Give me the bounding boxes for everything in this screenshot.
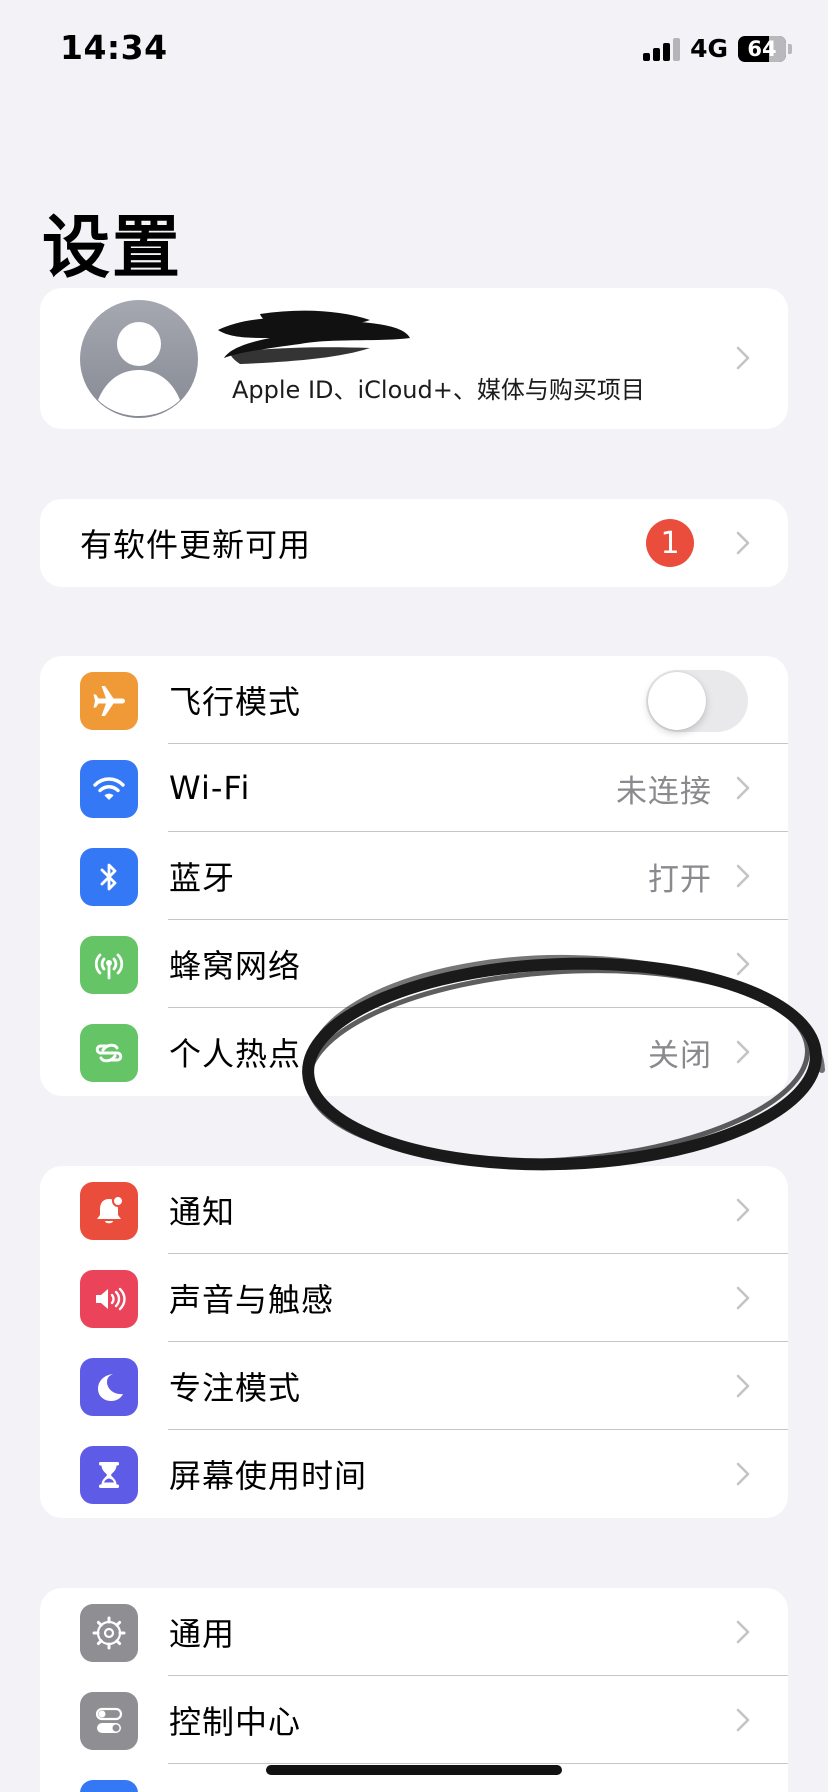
home-indicator [266,1765,562,1775]
hotspot-icon [80,1024,138,1082]
battery-level: 64 [747,36,777,61]
gear-icon [80,1604,138,1662]
airplane-mode-label: 飞行模式 [169,683,302,721]
chevron-right-icon [736,1620,750,1644]
software-update-label: 有软件更新可用 [80,526,312,564]
switches-icon [80,1692,138,1750]
battery-icon: 64 [738,35,786,62]
chevron-right-icon [736,1286,750,1310]
hotspot-label: 个人热点 [169,1035,302,1073]
control-center-label: 控制中心 [169,1703,302,1741]
notifications-row[interactable]: 通知 [40,1166,788,1254]
speaker-icon [80,1270,138,1328]
chevron-right-icon [736,1708,750,1732]
screen-time-label: 屏幕使用时间 [169,1457,368,1495]
redacted-name-scribble [218,310,410,364]
hotspot-row[interactable]: 个人热点 关闭 [40,1008,788,1096]
avatar [80,300,198,418]
toggle-knob [648,672,706,730]
bluetooth-status: 打开 [648,861,712,898]
notification-bell-icon [80,1182,138,1240]
control-center-row[interactable]: 控制中心 [40,1676,788,1764]
focus-label: 专注模式 [169,1369,302,1407]
wifi-icon [80,760,138,818]
chevron-right-icon [736,864,750,888]
partial-app-icon [80,1780,138,1792]
general-group: 通用 控制中心 [40,1588,788,1792]
airplane-icon [80,672,138,730]
status-bar: 14:34 4G 64 [0,0,828,100]
battery-tip [788,43,792,54]
airplane-mode-row: 飞行模式 [40,656,788,744]
general-row[interactable]: 通用 [40,1588,788,1676]
network-type: 4G [690,34,728,63]
screen-time-row[interactable]: 屏幕使用时间 [40,1430,788,1518]
notifications-label: 通知 [169,1193,236,1231]
cellular-row[interactable]: 蜂窝网络 [40,920,788,1008]
chevron-right-icon [736,952,750,976]
chevron-right-icon [736,776,750,800]
wifi-label: Wi-Fi [169,769,251,807]
hotspot-status: 关闭 [648,1037,712,1074]
wifi-row[interactable]: Wi-Fi 未连接 [40,744,788,832]
airplane-mode-toggle[interactable] [646,670,748,732]
chevron-right-icon [736,1040,750,1064]
cellular-label: 蜂窝网络 [169,947,302,985]
hourglass-icon [80,1446,138,1504]
apple-id-card[interactable]: Apple ID、iCloud+、媒体与购买项目 [40,288,788,429]
connectivity-group: 飞行模式 Wi-Fi 未连接 蓝牙 打开 蜂窝网络 个人热点 关闭 [40,656,788,1096]
bluetooth-icon [80,848,138,906]
page-title: 设置 [42,209,183,288]
cellular-icon [80,936,138,994]
status-indicators: 4G 64 [643,34,792,63]
cellular-signal-icon [643,37,681,61]
sounds-label: 声音与触感 [169,1281,335,1319]
status-time: 14:34 [60,28,168,67]
software-update-row[interactable]: 有软件更新可用 1 [40,499,788,587]
general-label: 通用 [169,1615,236,1653]
wifi-status: 未连接 [616,773,712,810]
chevron-right-icon [736,346,750,370]
bluetooth-label: 蓝牙 [169,859,236,897]
moon-icon [80,1358,138,1416]
chevron-right-icon [736,531,750,555]
chevron-right-icon [736,1198,750,1222]
apple-id-subtitle: Apple ID、iCloud+、媒体与购买项目 [232,376,645,404]
chevron-right-icon [736,1462,750,1486]
focus-row[interactable]: 专注模式 [40,1342,788,1430]
chevron-right-icon [736,1374,750,1398]
update-badge: 1 [646,519,694,567]
notifications-group: 通知 声音与触感 专注模式 屏幕使用时间 [40,1166,788,1518]
bluetooth-row[interactable]: 蓝牙 打开 [40,832,788,920]
sounds-row[interactable]: 声音与触感 [40,1254,788,1342]
person-silhouette-icon [98,322,180,416]
